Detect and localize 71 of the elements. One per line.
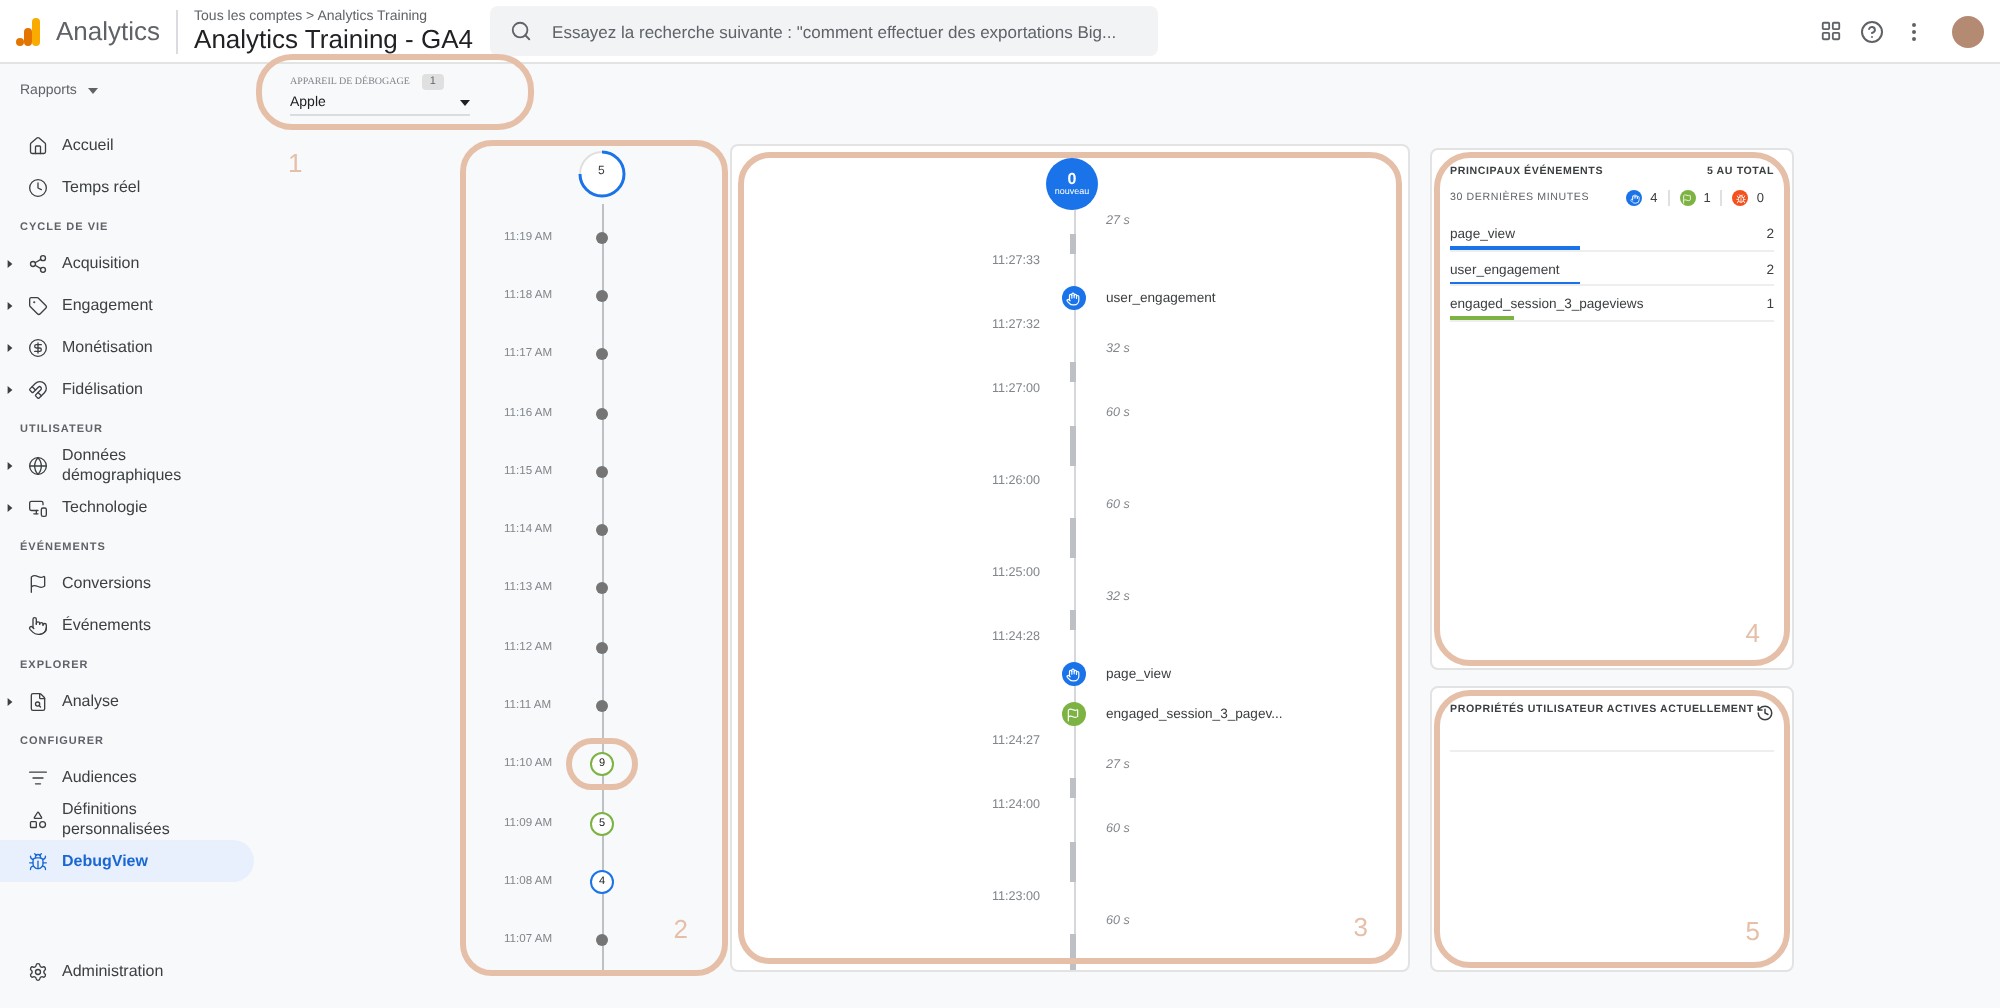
caret-icon [88,86,99,96]
sidebar-item[interactable]: Événements [0,604,254,646]
annotation-number: 1 [288,148,303,178]
hand-icon [1066,291,1080,305]
sidebar-item[interactable]: Monétisation [0,326,254,368]
history-button[interactable] [1756,704,1774,722]
caret-icon [460,98,470,108]
search-field[interactable]: Essayez la recherche suivante : "comment effectuer des exportations Big... [490,6,1159,56]
help-icon [1860,19,1884,43]
help-button[interactable] [1860,19,1884,43]
grid-icon [1820,20,1842,42]
shapes-icon [28,809,48,829]
magnet-icon [28,379,48,399]
annotation-number: 2 [673,914,688,944]
sidebar-item[interactable]: Temps réel [0,166,254,208]
file-search-icon [28,691,48,711]
expand-icon [6,343,14,351]
settings-icon [28,961,48,981]
minute-dot[interactable] [596,524,608,537]
sidebar-item[interactable]: Données démographiques [0,444,254,486]
minute-dot[interactable] [596,641,608,654]
minute-dot[interactable] [596,934,608,947]
search-icon [510,20,533,42]
hand-icon [1066,667,1080,681]
annotation-number: 4 [1745,618,1760,648]
sidebar-item[interactable]: Administration [0,950,254,992]
sidebar-item[interactable]: Acquisition [0,242,254,284]
progress-ring [578,150,626,198]
annotation-number: 3 [1353,912,1368,942]
list-icon [28,767,48,787]
branch-icon [28,253,48,273]
minute-dot[interactable] [596,582,608,595]
sidebar-item[interactable]: Définitions personnalisées [0,798,254,840]
logo-icon [16,17,40,45]
flag-icon [28,573,48,593]
expand-icon [6,301,14,309]
dollar-icon [28,337,48,357]
product-name: Analytics [56,9,179,53]
sidebar-item[interactable]: Technologie [0,486,254,528]
sidebar-item[interactable]: Engagement [0,284,254,326]
annotation-number: 5 [1745,916,1760,946]
search-input[interactable]: Essayez la recherche suivante : "comment effectuer des exportations Big... [548,19,1139,43]
minute-dot[interactable] [596,700,608,713]
minute-dot[interactable] [596,289,608,302]
history-icon [1756,704,1774,722]
devices-icon [28,497,48,517]
globe-icon [28,455,48,475]
home-icon [28,135,48,155]
minute-dot[interactable] [596,231,608,244]
sidebar-item[interactable]: Accueil [0,124,254,166]
sidebar-item[interactable]: Audiences [0,756,254,798]
minute-dot[interactable] [596,465,608,478]
clock-icon [28,177,48,197]
sidebar-item[interactable]: Analyse [0,680,254,722]
expand-icon [6,259,14,267]
avatar[interactable] [1952,15,1984,47]
property-selector[interactable]: Analytics Training - GA4 [194,23,475,53]
tag-icon [28,295,48,315]
expand-icon [6,503,14,511]
sidebar-item[interactable]: Conversions [0,562,254,604]
expand-icon [6,385,14,393]
pointer-icon [28,615,48,635]
sidebar-item[interactable]: Fidélisation [0,368,254,410]
minute-dot[interactable] [596,407,608,420]
apps-button[interactable] [1820,20,1842,42]
sidebar-item[interactable]: DebugView [0,840,254,882]
expand-icon [6,697,14,705]
bug-icon [28,851,48,871]
flag-icon [1066,707,1080,721]
expand-icon [6,461,14,469]
minute-dot[interactable] [596,348,608,361]
